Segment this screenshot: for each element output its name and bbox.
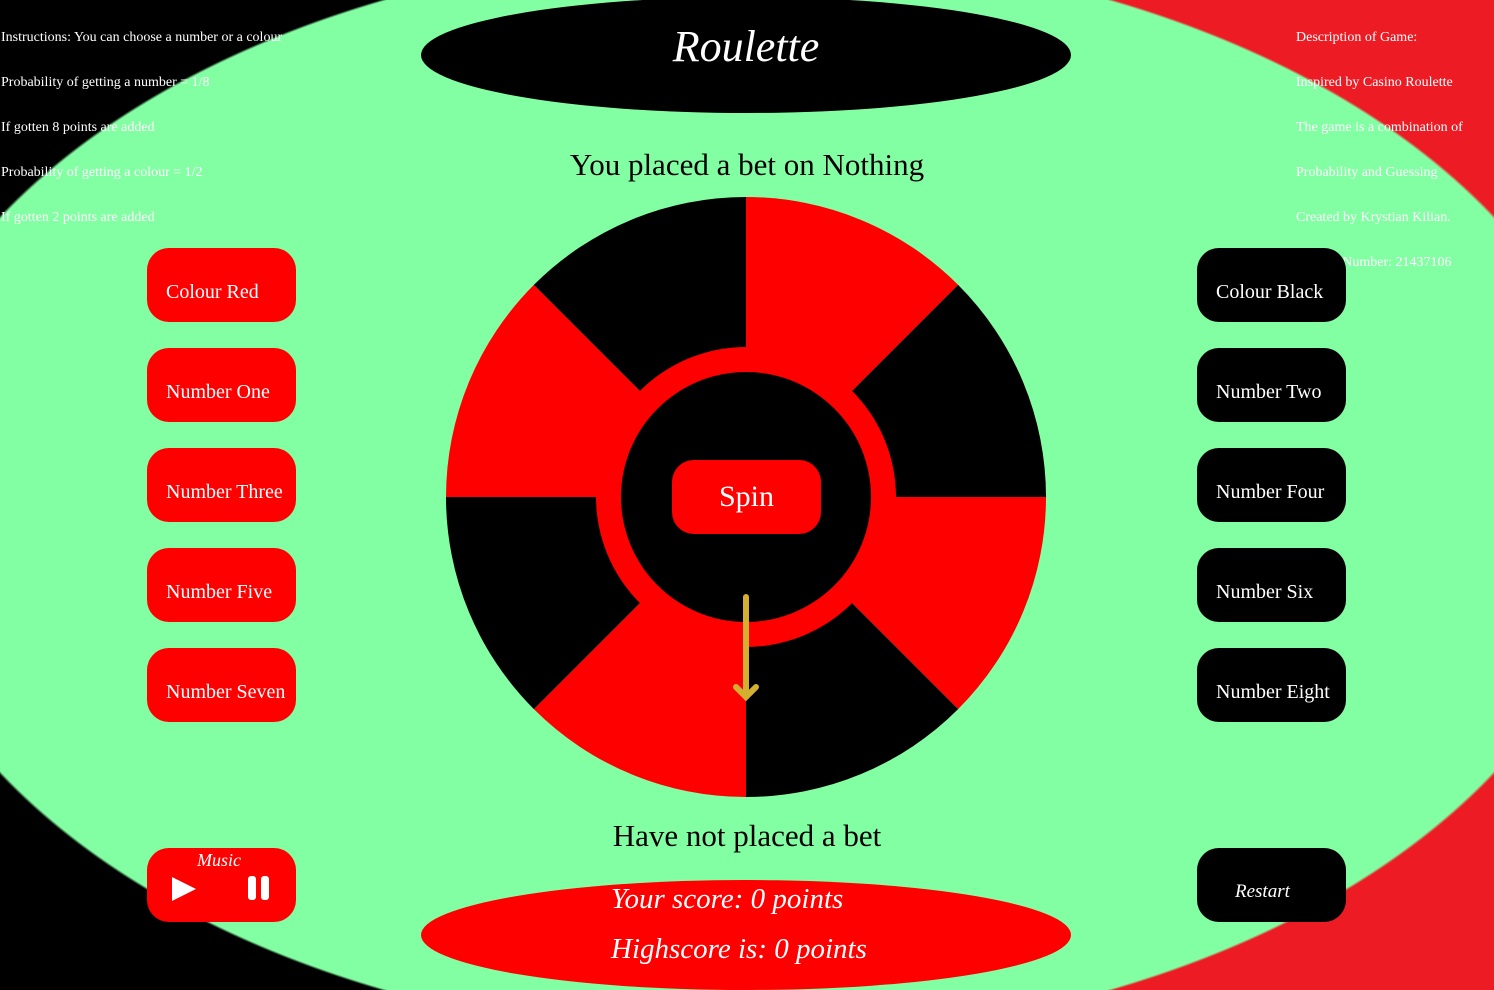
- score-panel: Your score: 0 points Highscore is: 0 poi…: [421, 880, 1071, 990]
- music-control: Music: [147, 848, 296, 922]
- bet-number-three-button[interactable]: Number Three: [147, 448, 296, 522]
- bet-colour-black-button[interactable]: Colour Black: [1197, 248, 1346, 322]
- bet-number-seven-button[interactable]: Number Seven: [147, 648, 296, 722]
- bet-number-eight-button[interactable]: Number Eight: [1197, 648, 1346, 722]
- play-icon[interactable]: [172, 877, 196, 901]
- bet-number-four-button[interactable]: Number Four: [1197, 448, 1346, 522]
- music-label: Music: [197, 850, 241, 870]
- bet-number-two-button[interactable]: Number Two: [1197, 348, 1346, 422]
- bet-colour-red-button[interactable]: Colour Red: [147, 248, 296, 322]
- highscore-text: Highscore is: 0 points: [611, 933, 867, 965]
- pause-icon[interactable]: [248, 876, 270, 900]
- bet-number-five-button[interactable]: Number Five: [147, 548, 296, 622]
- score-text: Your score: 0 points: [611, 883, 844, 915]
- spin-button[interactable]: Spin: [672, 460, 821, 534]
- bet-number-six-button[interactable]: Number Six: [1197, 548, 1346, 622]
- restart-button[interactable]: Restart: [1197, 848, 1346, 922]
- bet-number-one-button[interactable]: Number One: [147, 348, 296, 422]
